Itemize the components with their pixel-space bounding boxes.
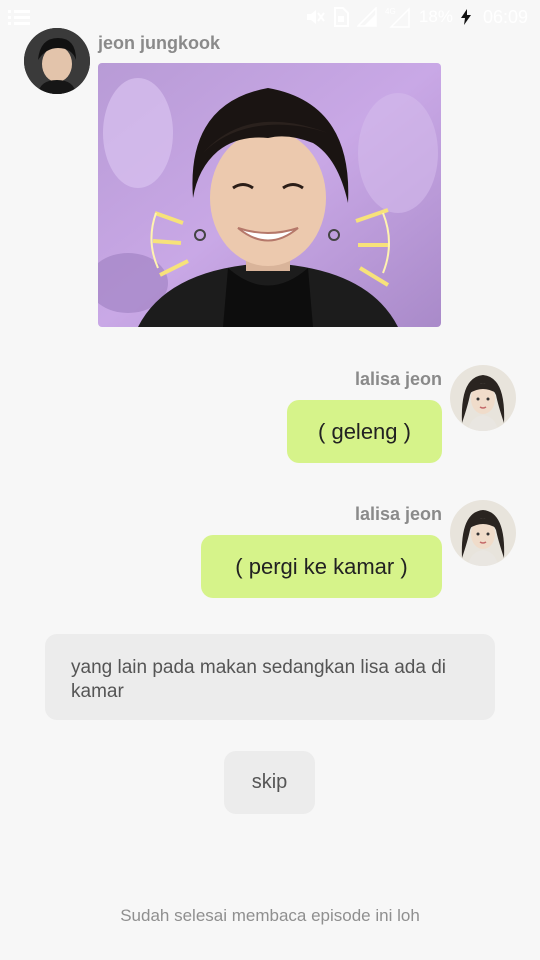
battery-percent: 18%	[418, 7, 453, 26]
episode-end-text: Sudah selesai membaca episode ini loh	[120, 906, 420, 925]
svg-text:4G: 4G	[385, 7, 396, 16]
chat-bubble: ( pergi ke kamar )	[201, 535, 442, 598]
charging-icon	[460, 9, 471, 25]
avatar-jeon-jungkook[interactable]	[24, 28, 90, 94]
mute-icon	[306, 10, 325, 24]
4g-signal-icon: 4G	[385, 7, 410, 28]
avatar-lalisa-jeon[interactable]	[450, 365, 516, 431]
chat-bubble: ( geleng )	[287, 400, 442, 463]
signal-icon	[356, 7, 377, 27]
sender-name: lalisa jeon	[354, 504, 442, 524]
skip-button[interactable]: skip	[224, 751, 315, 814]
sender-name: jeon jungkook	[98, 33, 221, 53]
avatar-lalisa-jeon[interactable]	[450, 500, 516, 566]
narration-box: yang lain pada makan sedangkan lisa ada …	[45, 634, 495, 720]
shared-photo[interactable]	[98, 63, 441, 327]
sender-name: lalisa jeon	[354, 369, 442, 389]
clock: 06:09	[482, 6, 528, 27]
sim-icon	[333, 7, 349, 27]
menu-icon[interactable]	[8, 8, 30, 26]
status-bar: 4G 18% 06:09	[0, 0, 540, 34]
